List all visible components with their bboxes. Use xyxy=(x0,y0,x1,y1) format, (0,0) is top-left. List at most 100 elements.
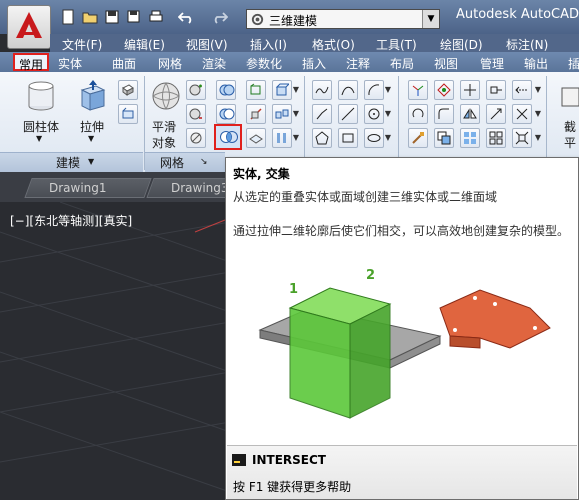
ellipse-icon xyxy=(367,134,381,142)
line-button[interactable] xyxy=(312,104,332,124)
gear-icon xyxy=(251,13,264,26)
mesh-smooth-less-button[interactable] xyxy=(186,104,206,124)
presspull-button[interactable] xyxy=(118,80,138,100)
application-menu-button[interactable] xyxy=(7,5,51,49)
tab-solid[interactable]: 实体 xyxy=(58,55,82,72)
menu-file[interactable]: 文件(F) xyxy=(62,36,102,53)
open-icon[interactable] xyxy=(82,9,98,25)
fillet-button[interactable] xyxy=(434,104,454,124)
tab-mesh[interactable]: 网格 xyxy=(158,55,182,72)
chevron-down-icon[interactable]: ▼ xyxy=(534,104,542,124)
chevron-down-icon[interactable]: ▼ xyxy=(384,128,392,148)
polysolid-button[interactable] xyxy=(118,104,138,124)
copy-button[interactable] xyxy=(434,128,454,148)
move-button[interactable] xyxy=(460,80,480,100)
smooth-object-icon[interactable] xyxy=(150,80,182,112)
offset-edge-button[interactable] xyxy=(272,80,292,100)
polygon-button[interactable] xyxy=(312,128,332,148)
interfere-button[interactable] xyxy=(272,128,292,148)
chevron-down-icon[interactable]: ▼ xyxy=(292,80,300,100)
file-tab-drawing1[interactable]: Drawing1 xyxy=(24,178,152,198)
thicken-button[interactable] xyxy=(246,128,266,148)
spline-icon xyxy=(341,86,355,96)
menu-insert[interactable]: 插入(I) xyxy=(250,36,287,53)
tab-view[interactable]: 视图 xyxy=(434,55,458,72)
slice-button[interactable] xyxy=(246,104,266,124)
mesh-refine-button[interactable] xyxy=(186,128,206,148)
rotate-button[interactable] xyxy=(408,104,428,124)
rotate3d-button[interactable] xyxy=(434,80,454,100)
mirror-button[interactable] xyxy=(460,104,480,124)
dimension-icon xyxy=(515,86,528,94)
extract-edges-button[interactable] xyxy=(246,80,266,100)
saveas-icon[interactable] xyxy=(126,9,142,25)
match-properties-button[interactable] xyxy=(408,128,428,148)
cylinder-dropdown-arrow[interactable]: ▼ xyxy=(36,134,42,143)
new-icon[interactable] xyxy=(60,9,76,25)
menu-edit[interactable]: 编辑(E) xyxy=(124,36,165,53)
dimension-button[interactable] xyxy=(512,80,532,100)
extrude-icon[interactable] xyxy=(78,80,108,112)
menu-format[interactable]: 格式(O) xyxy=(312,36,355,53)
menu-tools[interactable]: 工具(T) xyxy=(376,36,417,53)
chevron-down-icon[interactable]: ▼ xyxy=(88,157,94,166)
extrude-dropdown-arrow[interactable]: ▼ xyxy=(88,134,94,143)
trim-button[interactable] xyxy=(512,104,532,124)
ellipse-button[interactable] xyxy=(364,128,384,148)
mesh-panel-footer[interactable] xyxy=(145,152,225,172)
separate-button[interactable] xyxy=(272,104,292,124)
redo-icon[interactable] xyxy=(212,9,228,25)
tab-render[interactable]: 渲染 xyxy=(202,55,226,72)
mesh-panel-title: 网格 xyxy=(160,156,185,170)
mesh-smooth-more-button[interactable] xyxy=(186,80,206,100)
file-tab-label: Drawing1 xyxy=(49,181,107,195)
tab-output[interactable]: 输出 xyxy=(524,55,548,72)
tab-annotate[interactable]: 注释 xyxy=(346,55,370,72)
undo-icon[interactable] xyxy=(178,9,194,25)
tab-surface[interactable]: 曲面 xyxy=(112,55,136,72)
array-button[interactable] xyxy=(460,128,480,148)
polyline-button[interactable] xyxy=(312,80,332,100)
workspace-dropdown[interactable]: 三维建模 ▼ xyxy=(246,9,440,29)
print-icon[interactable] xyxy=(148,9,164,25)
viewport-controls-label[interactable]: [−][东北等轴测][真实] xyxy=(10,212,132,229)
circle-button[interactable] xyxy=(364,104,384,124)
subtract-button[interactable] xyxy=(216,104,236,124)
group-icon xyxy=(489,131,503,145)
union-button[interactable] xyxy=(216,80,236,100)
group-button[interactable] xyxy=(486,128,506,148)
menu-view[interactable]: 视图(V) xyxy=(186,36,228,53)
tab-parametric[interactable]: 参数化 xyxy=(246,55,282,72)
illustration-label-1: 1 xyxy=(289,282,299,297)
tab-layout[interactable]: 布局 xyxy=(390,55,414,72)
tab-manage[interactable]: 管理 xyxy=(480,55,504,72)
save-icon[interactable] xyxy=(104,9,120,25)
chevron-down-icon[interactable]: ▼ xyxy=(292,128,300,148)
tab-home[interactable]: 常用 xyxy=(13,53,49,72)
arc-button[interactable] xyxy=(364,80,384,100)
intersect-button[interactable] xyxy=(214,124,242,150)
menu-dimension[interactable]: 标注(N) xyxy=(506,36,548,53)
panel-launcher-icon[interactable]: ↘ xyxy=(200,157,208,167)
stretch-button[interactable] xyxy=(486,104,506,124)
tooltip-title: 实体, 交集 xyxy=(233,167,290,181)
xline-button[interactable] xyxy=(338,104,358,124)
spline-button[interactable] xyxy=(338,80,358,100)
chevron-down-icon[interactable]: ▼ xyxy=(534,128,542,148)
section-label-line1: 截 xyxy=(564,120,577,134)
chevron-down-icon[interactable]: ▼ xyxy=(292,104,300,124)
rectangle-button[interactable] xyxy=(338,128,358,148)
explode-button[interactable] xyxy=(512,128,532,148)
tab-plugin[interactable]: 插 xyxy=(568,55,579,72)
cylinder-icon[interactable] xyxy=(26,80,56,112)
section-plane-icon[interactable] xyxy=(558,84,579,110)
chevron-down-icon[interactable]: ▼ xyxy=(384,104,392,124)
tab-insert[interactable]: 插入 xyxy=(302,55,326,72)
chevron-down-icon[interactable]: ▼ xyxy=(534,80,542,100)
chevron-down-icon[interactable]: ▼ xyxy=(384,80,392,100)
menu-draw[interactable]: 绘图(D) xyxy=(440,36,483,53)
align-icon xyxy=(490,86,502,94)
align-button[interactable] xyxy=(486,80,506,100)
move-gizmo-button[interactable] xyxy=(408,80,428,100)
rectangle-icon xyxy=(342,133,354,143)
